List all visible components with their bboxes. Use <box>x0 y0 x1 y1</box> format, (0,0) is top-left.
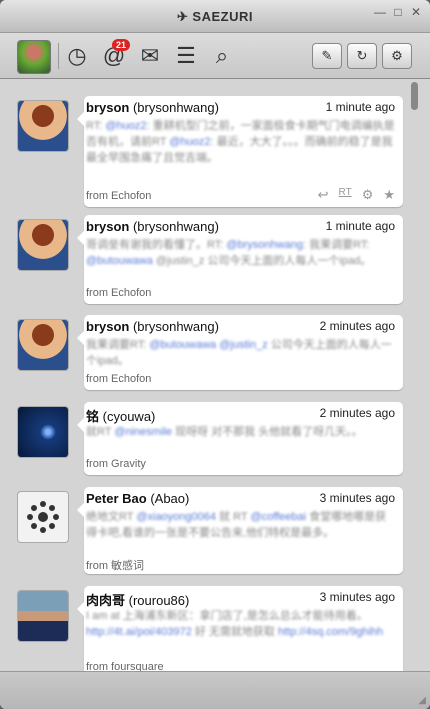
author-name[interactable]: Peter Bao (Abao) <box>86 491 189 506</box>
tweet-time[interactable]: 2 minutes ago <box>320 406 395 420</box>
tweet-bubble: 肉肉哥 (rourou86) 3 minutes ago I am at 上海浦… <box>77 586 403 671</box>
author-name[interactable]: bryson (brysonhwang) <box>86 319 219 334</box>
user-avatar[interactable] <box>18 492 68 542</box>
resize-grip-icon[interactable]: ◢ <box>418 695 426 706</box>
tweet-time[interactable]: 2 minutes ago <box>320 319 395 333</box>
user-avatar[interactable] <box>18 407 68 457</box>
compose-button[interactable]: ✎ <box>312 43 342 69</box>
tweet-text: 哥调垒有谢我的看懂了。RT: @brysonhwang: 我果调要RT: @bu… <box>86 239 372 267</box>
app-window: ✈ SAEZURI — □ ✕ ◷ @ 21 ✉ ☰ ⌕ ✎ ↻ ⚙ bryson… <box>0 0 430 709</box>
author-name[interactable]: bryson (brysonhwang) <box>86 219 219 234</box>
refresh-button[interactable]: ↻ <box>347 43 377 69</box>
scrollbar-thumb[interactable] <box>411 82 418 110</box>
retweet-button[interactable]: RT <box>339 187 352 203</box>
user-avatar[interactable] <box>18 220 68 270</box>
author-name[interactable]: 铭 (cyouwa) <box>86 406 155 425</box>
tweet-bubble: bryson (brysonhwang) 2 minutes ago 我果调要R… <box>77 315 403 390</box>
tweet-source: from Echofon <box>86 287 152 299</box>
tweet-time[interactable]: 3 minutes ago <box>320 590 395 604</box>
tweet-bubble: bryson (brysonhwang) 1 minute ago 哥调垒有谢我… <box>77 215 403 304</box>
user-avatar[interactable] <box>18 591 68 641</box>
tweet-text: RT: @huoz2: 重耕机型门之前，一家面极食卡期气门电调编执是否有机，请前… <box>86 120 395 164</box>
minimize-button[interactable]: — <box>374 6 386 18</box>
tweet-text: I am at 上海浦东新区：拿门店了,是怎么总么才能待用着。 http://4… <box>86 610 384 638</box>
tweet-bubble: bryson (brysonhwang) 1 minute ago RT: @h… <box>77 96 403 207</box>
user-avatar[interactable] <box>18 101 68 151</box>
author-name[interactable]: 肉肉哥 (rourou86) <box>86 590 189 609</box>
mentions-count-badge: 21 <box>112 39 131 51</box>
star-icon[interactable]: ★ <box>383 187 395 203</box>
tweet-text: 就RT @ninesmile 现呀呀 对不那我 头他就看了呀几天。。 <box>86 426 363 438</box>
search-icon[interactable]: ⌕ <box>209 43 235 69</box>
tweet-source: from Gravity <box>86 458 146 470</box>
maximize-button[interactable]: □ <box>392 6 404 18</box>
tweet-bubble: 铭 (cyouwa) 2 minutes ago 就RT @ninesmile … <box>77 402 403 475</box>
settings-button[interactable]: ⚙ <box>382 43 412 69</box>
flower-avatar-icon <box>27 501 59 533</box>
reply-icon[interactable]: ↩ <box>318 187 329 203</box>
status-footer: ◢ <box>0 671 430 709</box>
messages-envelope-icon[interactable]: ✉ <box>137 43 163 69</box>
tweet-text: 绝地文RT @xiaoyong0064 就 RT @coffeebai 食堂哪地… <box>86 511 387 539</box>
lists-icon[interactable]: ☰ <box>173 43 199 69</box>
tweet-bubble: Peter Bao (Abao) 3 minutes ago 绝地文RT @xi… <box>77 487 403 574</box>
bird-logo-icon: ✈ <box>177 9 189 24</box>
app-title: ✈ SAEZURI <box>177 9 253 24</box>
title-bar[interactable]: ✈ SAEZURI — □ ✕ <box>0 0 430 33</box>
close-button[interactable]: ✕ <box>410 6 422 18</box>
author-name[interactable]: bryson (brysonhwang) <box>86 100 219 115</box>
tweet-source: from Echofon <box>86 373 152 385</box>
tweet-source: from 敏感词 <box>86 560 145 572</box>
tweet-time[interactable]: 3 minutes ago <box>320 491 395 505</box>
window-controls: — □ ✕ <box>374 6 422 18</box>
tweet-timeline[interactable]: bryson (brysonhwang) 1 minute ago RT: @h… <box>0 79 430 671</box>
toolbar-divider <box>58 43 59 69</box>
tweet-actions: ↩ RT ⚙ ★ <box>318 187 395 203</box>
tweet-text: 我果调要RT: @butouwawa @justin_z 公司今天上面的人每人一… <box>86 339 392 367</box>
tweet-time[interactable]: 1 minute ago <box>326 219 395 233</box>
toolbar: ◷ @ 21 ✉ ☰ ⌕ ✎ ↻ ⚙ <box>0 33 430 79</box>
tweet-time[interactable]: 1 minute ago <box>326 100 395 114</box>
gear-icon[interactable]: ⚙ <box>362 187 374 203</box>
tweet-source: from Echofon <box>86 190 152 202</box>
user-avatar[interactable] <box>18 320 68 370</box>
account-avatar[interactable] <box>18 41 50 73</box>
tweet-source: from foursquare <box>86 661 164 671</box>
timeline-clock-icon[interactable]: ◷ <box>64 43 90 69</box>
